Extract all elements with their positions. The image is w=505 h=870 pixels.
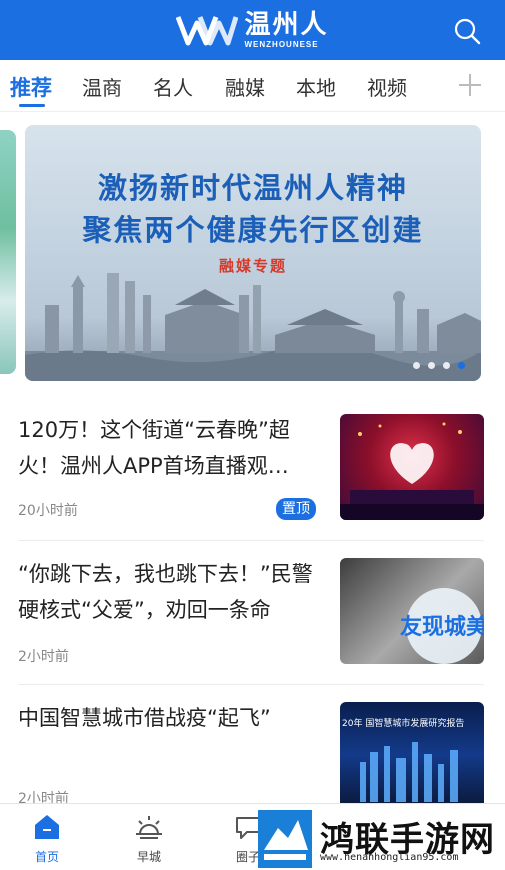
news-title: 120万！这个街道“云春晚”超火！温州人APP首场直播观… — [18, 418, 290, 478]
list-divider — [18, 540, 484, 541]
tab-recommend[interactable]: 推荐 — [10, 72, 52, 102]
site-watermark: 鸿联手游网 www.henanhonglian95.com — [258, 810, 505, 870]
city-beauty-stamp-image: 友现城美 — [400, 588, 484, 664]
sunrise-icon — [136, 816, 162, 839]
stage-gala-image — [340, 422, 484, 520]
smart-city-report-image: 20年 国智慧城市发展研究报告 — [342, 717, 464, 802]
search-icon[interactable] — [453, 17, 481, 45]
nav-home-label: 首页 — [34, 850, 59, 864]
carousel-dot[interactable] — [443, 362, 450, 369]
nav-home[interactable]: 首页 — [17, 812, 77, 865]
carousel-dot-active[interactable] — [458, 362, 465, 369]
logo-subtitle: WENZHOUNESE — [244, 39, 319, 49]
active-tab-indicator — [19, 104, 45, 107]
tab-celebrities[interactable]: 名人 — [153, 72, 193, 101]
tab-media[interactable]: 融媒 — [225, 72, 265, 101]
app-header: 温州人 WENZHOUNESE — [0, 0, 505, 60]
plus-icon[interactable] — [457, 70, 483, 100]
home-icon — [35, 815, 59, 839]
tab-video[interactable]: 视频 — [367, 72, 407, 101]
banner-headline-1: 激扬新时代温州人精神 — [97, 171, 408, 205]
list-divider — [18, 684, 484, 685]
carousel-dot[interactable] — [413, 362, 420, 369]
thumb-stamp-text: 友现城美 — [400, 614, 484, 640]
banner-carousel[interactable]: 激扬新时代温州人精神 聚焦两个健康先行区创建 融媒专题 — [25, 125, 481, 381]
thumb-report-text: 20年 国智慧城市发展研究报告 — [342, 717, 464, 729]
news-item[interactable]: “你跳下去，我也跳下去！”民警硬核式“父爱”，劝回一条命 2小时前 友现城美 — [0, 542, 505, 684]
logo-mark-icon — [176, 16, 239, 46]
news-thumbnail: 友现城美 — [340, 558, 484, 664]
news-item[interactable]: 120万！这个街道“云春晚”超火！温州人APP首场直播观… 20小时前 置顶 — [0, 398, 505, 536]
watermark-logo-icon — [258, 810, 312, 868]
tab-wenshang[interactable]: 温商 — [82, 72, 122, 101]
watermark-url: www.henanhonglian95.com — [320, 852, 459, 863]
news-thumbnail: 20年 国智慧城市发展研究报告 — [340, 702, 484, 808]
carousel-dot[interactable] — [428, 362, 435, 369]
nav-morning-city-label: 早城 — [136, 850, 161, 864]
news-time: 20小时前 — [18, 503, 78, 519]
news-thumbnail — [340, 414, 484, 520]
nav-morning-city[interactable]: 早城 — [119, 812, 179, 865]
category-tabs: 推荐 温商 名人 融媒 本地 视频 — [0, 60, 505, 112]
news-item[interactable]: 中国智慧城市借战疫“起飞” 2小时前 20年 国智慧城市发展研究报告 — [0, 686, 505, 808]
news-title: “你跳下去，我也跳下去！”民警硬核式“父爱”，劝回一条命 — [18, 562, 313, 622]
app-logo: 温州人 WENZHOUNESE — [176, 12, 328, 49]
banner-headline-2: 聚焦两个健康先行区创建 — [82, 213, 424, 247]
news-time: 2小时前 — [18, 649, 69, 665]
carousel-pagination — [413, 362, 465, 369]
tab-local[interactable]: 本地 — [296, 72, 336, 101]
pinned-badge: 置顶 — [276, 498, 316, 520]
previous-banner-peek[interactable] — [0, 130, 16, 374]
banner-tag: 融媒专题 — [218, 257, 287, 275]
news-title: 中国智慧城市借战疫“起飞” — [18, 706, 271, 730]
logo-title: 温州人 — [244, 9, 329, 40]
